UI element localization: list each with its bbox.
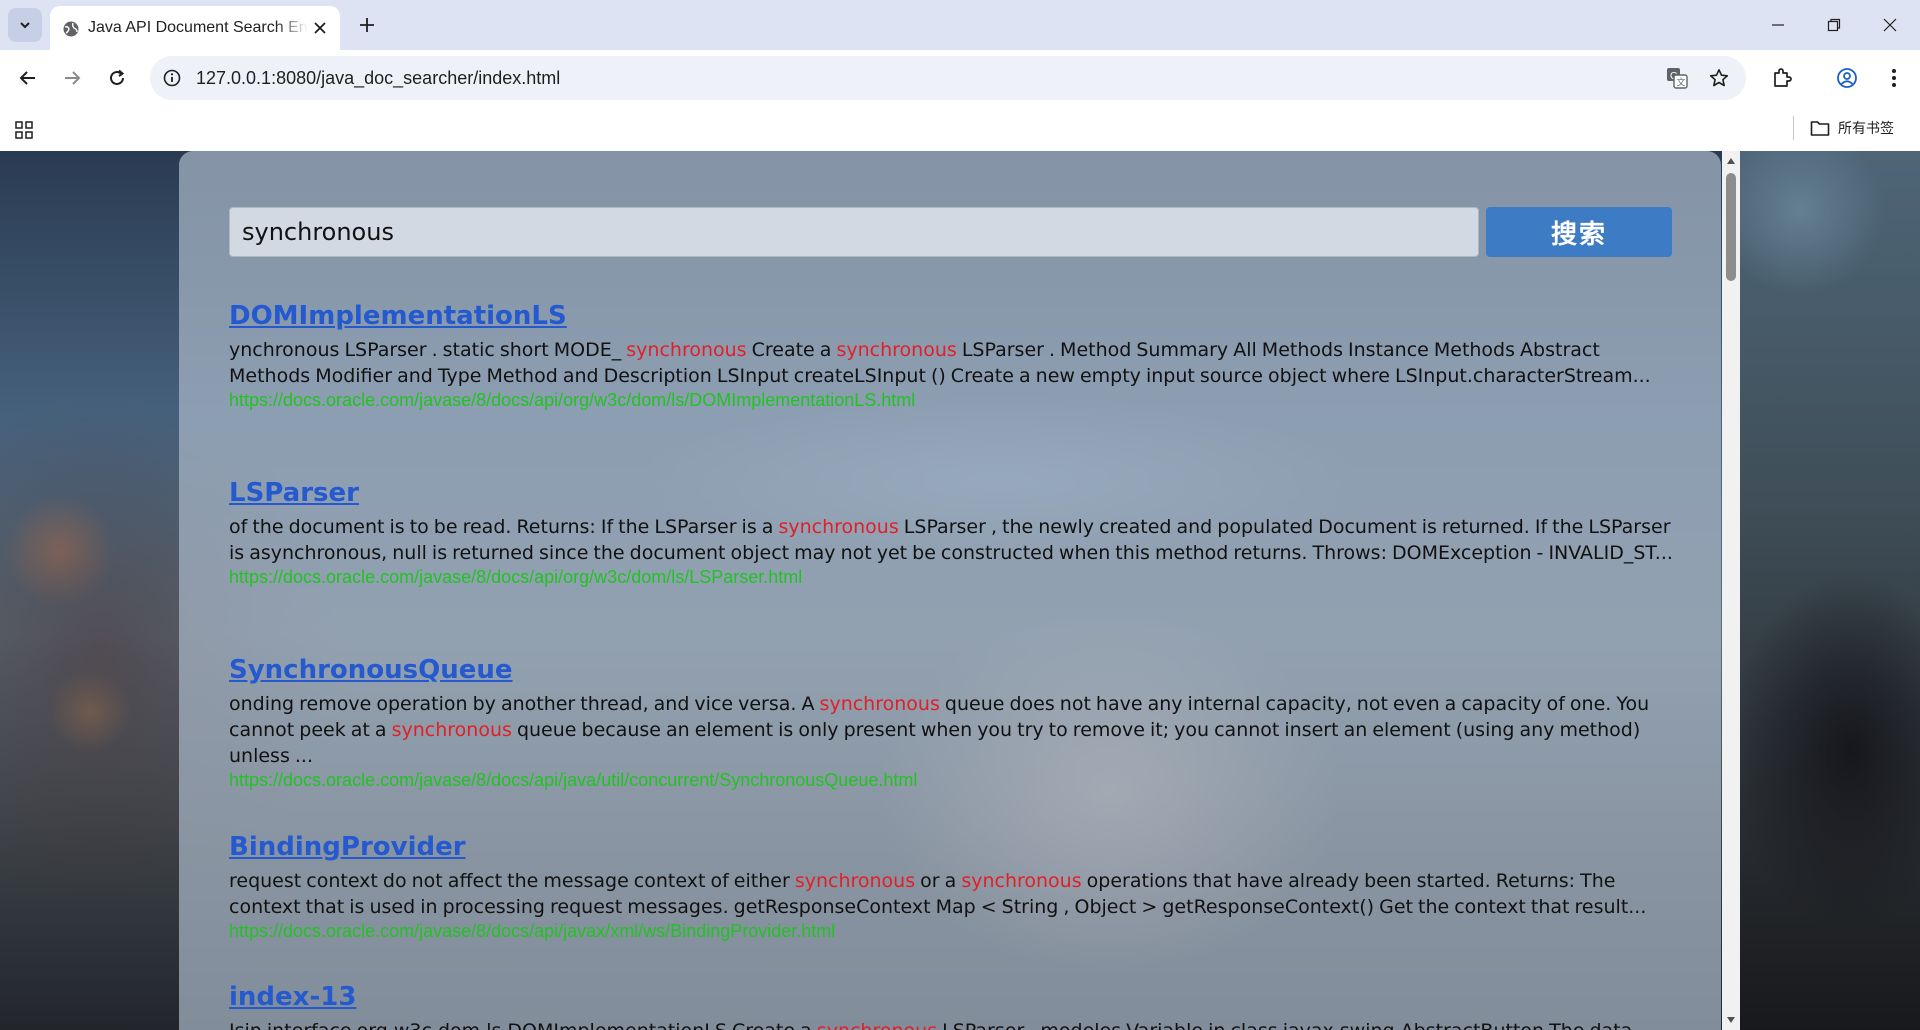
- background-image: [1740, 151, 1920, 1030]
- result-description: of the document is to be read. Returns: …: [229, 516, 1673, 564]
- close-icon: [1883, 18, 1897, 32]
- globe-icon: [62, 20, 80, 38]
- result-item: SynchronousQueue onding remove operation…: [229, 653, 1679, 791]
- highlighted-term: synchronous: [819, 693, 940, 715]
- page-scrollbar[interactable]: [1722, 151, 1740, 1030]
- search-input[interactable]: [229, 207, 1479, 257]
- result-title-link[interactable]: index-13: [229, 980, 1679, 1014]
- bookmarks-bar: 所有书签: [0, 106, 1920, 151]
- page-viewport: 搜索 DOMImplementationLS ynchronous LSPars…: [0, 151, 1920, 1030]
- back-icon: [19, 71, 35, 85]
- highlighted-term: synchronous: [778, 516, 899, 538]
- restore-icon: [1827, 18, 1841, 32]
- tab-title: Java API Document Search Engine: [88, 19, 308, 36]
- highlighted-term: synchronous: [391, 719, 512, 741]
- svg-text:文: 文: [1677, 77, 1686, 89]
- result-item: DOMImplementationLS ynchronous LSParser …: [229, 299, 1679, 411]
- tab-search-button[interactable]: [8, 8, 42, 42]
- extensions-icon[interactable]: [1766, 62, 1798, 94]
- scrollbar-thumb[interactable]: [1726, 173, 1736, 281]
- all-bookmarks-button[interactable]: 所有书签: [1810, 114, 1894, 142]
- result-url: https://docs.oracle.com/javase/8/docs/ap…: [229, 390, 916, 410]
- browser-toolbar: 127.0.0.1:8080/java_doc_searcher/index.h…: [0, 50, 1920, 106]
- star-icon[interactable]: [1706, 65, 1732, 91]
- address-url: 127.0.0.1:8080/java_doc_searcher/index.h…: [196, 68, 561, 88]
- reload-icon: [110, 69, 125, 85]
- reload-button[interactable]: [101, 62, 133, 94]
- result-url: https://docs.oracle.com/javase/8/docs/ap…: [229, 567, 803, 587]
- site-info-icon[interactable]: [160, 66, 184, 90]
- restore-button[interactable]: [1806, 0, 1862, 50]
- forward-button[interactable]: [56, 62, 88, 94]
- result-item: LSParser of the document is to be read. …: [229, 476, 1679, 588]
- highlighted-term: synchronous: [794, 870, 916, 892]
- back-button[interactable]: [12, 62, 44, 94]
- highlighted-term: synchronous: [626, 339, 747, 361]
- scroll-up-icon[interactable]: [1722, 153, 1740, 169]
- result-description: request context do not affect the messag…: [229, 870, 1647, 918]
- all-bookmarks-label: 所有书签: [1838, 121, 1894, 137]
- tab-strip: Java API Document Search Engine: [0, 0, 1920, 50]
- result-item: index-13 Isin interface org.w3c.dom.ls.D…: [229, 980, 1679, 1030]
- result-description: ynchronous LSParser . static short MODE_…: [229, 339, 1651, 387]
- result-url: https://docs.oracle.com/javase/8/docs/ap…: [229, 921, 836, 941]
- result-title-link[interactable]: DOMImplementationLS: [229, 299, 1679, 333]
- result-url: https://docs.oracle.com/javase/8/docs/ap…: [229, 770, 918, 790]
- highlighted-term: synchronous: [961, 870, 1082, 892]
- search-button[interactable]: 搜索: [1486, 207, 1672, 257]
- plus-icon: [360, 18, 374, 32]
- result-title-link[interactable]: LSParser: [229, 476, 1679, 510]
- result-description: Isin interface org.w3c.dom.ls.DOMImpleme…: [229, 1018, 1679, 1030]
- minimize-icon: [1772, 24, 1784, 26]
- result-title-link[interactable]: SynchronousQueue: [229, 653, 1679, 687]
- highlighted-term: synchronous: [836, 339, 957, 361]
- address-bar[interactable]: 127.0.0.1:8080/java_doc_searcher/index.h…: [150, 56, 1746, 100]
- menu-icon[interactable]: [1878, 62, 1910, 94]
- search-panel: 搜索 DOMImplementationLS ynchronous LSPars…: [179, 151, 1721, 1030]
- result-description: onding remove operation by another threa…: [229, 693, 1650, 767]
- forward-icon: [65, 71, 81, 85]
- bookmarks-divider: [1793, 116, 1794, 140]
- profile-icon[interactable]: [1831, 62, 1863, 94]
- translate-icon[interactable]: G文: [1664, 65, 1690, 91]
- minimize-button[interactable]: [1750, 0, 1806, 50]
- chevron-down-icon: [20, 22, 30, 29]
- highlighted-term: synchronous: [817, 1020, 937, 1030]
- result-item: BindingProvider request context do not a…: [229, 830, 1679, 942]
- scroll-down-icon[interactable]: [1722, 1012, 1740, 1028]
- result-title-link[interactable]: BindingProvider: [229, 830, 1679, 864]
- new-tab-button[interactable]: [350, 8, 384, 42]
- tab-active[interactable]: Java API Document Search Engine: [50, 6, 340, 50]
- window-close-button[interactable]: [1862, 0, 1918, 50]
- close-icon[interactable]: [308, 16, 332, 40]
- apps-grid-icon[interactable]: [10, 116, 38, 144]
- folder-icon: [1810, 121, 1830, 136]
